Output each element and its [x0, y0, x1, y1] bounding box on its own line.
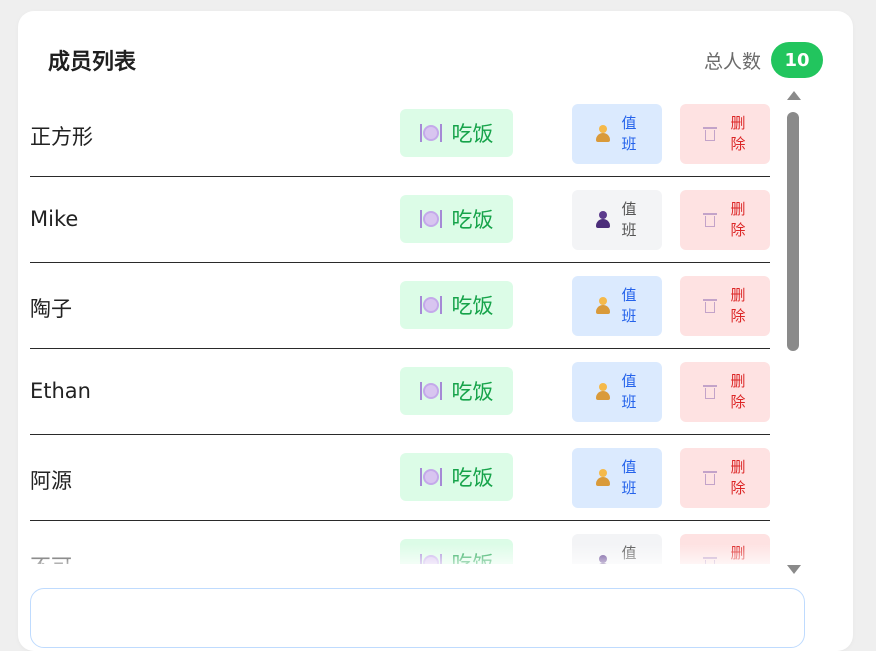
duty-button[interactable]: 值班	[572, 276, 662, 336]
count-badge: 10	[771, 42, 823, 78]
duty-label: 值班	[621, 200, 637, 239]
member-row: 阿源 吃饭 值班 删除	[30, 435, 770, 521]
person-icon	[596, 211, 610, 229]
member-name: Mike	[30, 207, 79, 231]
delete-label: 删除	[730, 200, 746, 239]
list-fade	[30, 544, 790, 574]
member-count: 总人数 10	[704, 42, 823, 78]
eat-label: 吃饭	[451, 466, 494, 490]
worker-icon	[596, 125, 610, 143]
eat-button[interactable]: 吃饭	[400, 195, 513, 243]
member-name: 阿源	[30, 469, 72, 493]
wastebasket-icon	[703, 299, 717, 313]
delete-label: 删除	[730, 458, 746, 497]
delete-button[interactable]: 删除	[680, 190, 770, 250]
eat-label: 吃饭	[451, 294, 494, 318]
list-scrollbar[interactable]	[786, 91, 802, 574]
member-list[interactable]: 正方形 吃饭 值班 删除 Mike 吃饭 值班 删除 陶子 吃饭 值班 删除 E…	[30, 91, 770, 564]
duty-label: 值班	[621, 286, 637, 325]
plate-cutlery-icon	[419, 294, 442, 316]
page-title: 成员列表	[48, 50, 137, 75]
wastebasket-icon	[703, 127, 717, 141]
wastebasket-icon	[703, 385, 717, 399]
member-name: 陶子	[30, 297, 72, 321]
delete-button[interactable]: 删除	[680, 276, 770, 336]
delete-label: 删除	[730, 372, 746, 411]
duty-button[interactable]: 值班	[572, 448, 662, 508]
eat-button[interactable]: 吃饭	[400, 281, 513, 329]
worker-icon	[596, 297, 610, 315]
duty-button[interactable]: 值班	[572, 362, 662, 422]
plate-cutlery-icon	[419, 122, 442, 144]
eat-button[interactable]: 吃饭	[400, 453, 513, 501]
duty-label: 值班	[621, 458, 637, 497]
member-row: Ethan 吃饭 值班 删除	[30, 349, 770, 435]
member-name: 正方形	[30, 125, 93, 149]
count-label: 总人数	[703, 50, 761, 73]
delete-button[interactable]: 删除	[680, 104, 770, 164]
eat-label: 吃饭	[451, 380, 494, 404]
eat-button[interactable]: 吃饭	[400, 109, 513, 157]
delete-label: 删除	[730, 114, 746, 153]
card-header: 成员列表 总人数 10	[48, 41, 823, 79]
eat-button[interactable]: 吃饭	[400, 367, 513, 415]
worker-icon	[596, 383, 610, 401]
bottom-input-panel[interactable]	[30, 588, 805, 648]
member-row: 陶子 吃饭 值班 删除	[30, 263, 770, 349]
plate-cutlery-icon	[419, 208, 442, 230]
delete-button[interactable]: 删除	[680, 362, 770, 422]
worker-icon	[596, 469, 610, 487]
scroll-down-arrow-icon[interactable]	[787, 565, 801, 574]
plate-cutlery-icon	[419, 380, 442, 402]
delete-button[interactable]: 删除	[680, 448, 770, 508]
wastebasket-icon	[703, 471, 717, 485]
eat-label: 吃饭	[451, 208, 494, 232]
eat-label: 吃饭	[451, 122, 494, 146]
duty-button[interactable]: 值班	[572, 104, 662, 164]
duty-label: 值班	[621, 372, 637, 411]
duty-button[interactable]: 值班	[572, 190, 662, 250]
delete-label: 删除	[730, 286, 746, 325]
duty-label: 值班	[621, 114, 637, 153]
wastebasket-icon	[703, 213, 717, 227]
member-row: Mike 吃饭 值班 删除	[30, 177, 770, 263]
member-name: Ethan	[30, 379, 91, 403]
plate-cutlery-icon	[419, 466, 442, 488]
member-row: 正方形 吃饭 值班 删除	[30, 91, 770, 177]
scroll-thumb[interactable]	[787, 112, 799, 351]
scroll-up-arrow-icon[interactable]	[787, 91, 801, 100]
